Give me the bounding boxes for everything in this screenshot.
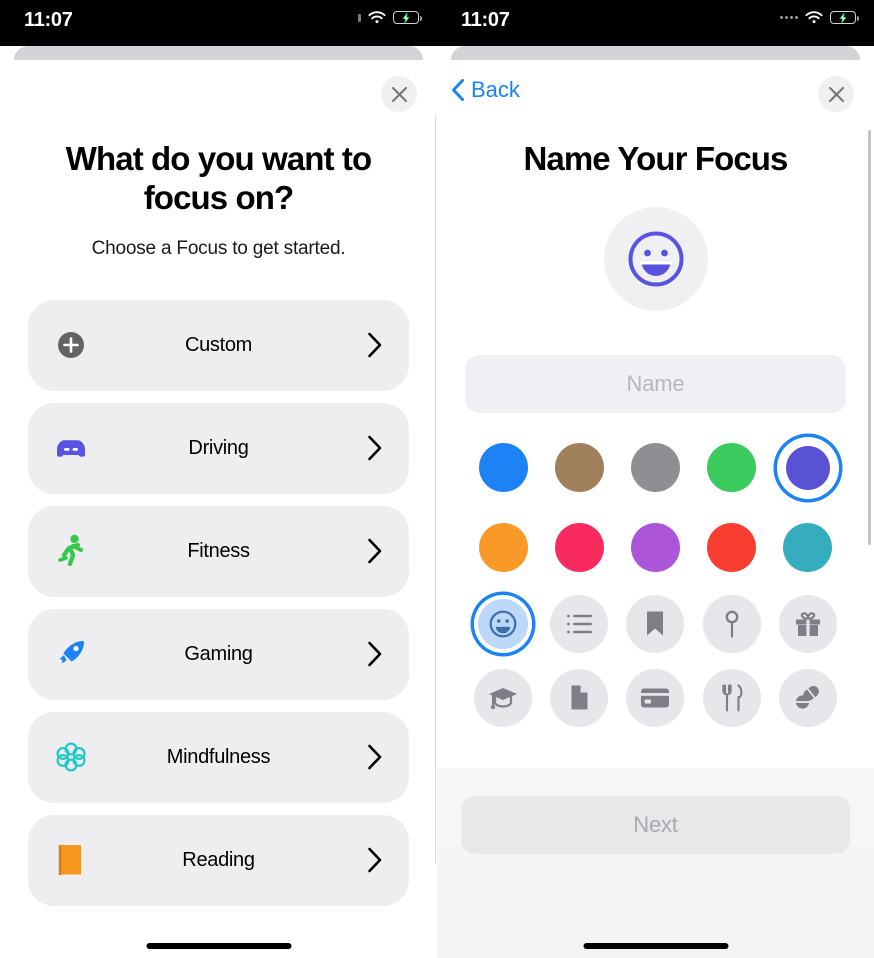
chevron-right-icon: [368, 436, 382, 461]
battery-icon: [393, 11, 422, 24]
chevron-right-icon: [368, 642, 382, 667]
chevron-left-icon: [452, 79, 464, 101]
wifi-icon: [368, 11, 386, 24]
panel-divider: [435, 115, 436, 863]
focus-row-mindfulness[interactable]: Mindfulness: [28, 711, 409, 803]
page-title-right: Name Your Focus: [523, 140, 788, 177]
color-swatch-indigo-selected[interactable]: [777, 437, 839, 499]
pills-icon: [795, 685, 819, 709]
list-icon: [566, 614, 592, 634]
dual-phone-screenshot: What do you want to focus on? Choose a F…: [0, 0, 874, 958]
color-swatch-orange[interactable]: [472, 517, 534, 579]
status-indicators: [780, 11, 859, 24]
close-button-left[interactable]: [381, 76, 417, 112]
icon-picker: [465, 594, 846, 727]
fork-knife-icon: [722, 684, 743, 712]
status-time: 11:07: [461, 9, 510, 31]
rocket-icon: [50, 633, 92, 675]
color-swatch-teal[interactable]: [777, 517, 839, 579]
signal-icon: [780, 16, 798, 19]
right-content: Name Your Focus Name: [437, 140, 874, 727]
right-phone-screen: Back Name Your Focus Name Next 11:07: [437, 0, 874, 958]
icon-option-document[interactable]: [550, 668, 609, 727]
bookmark-icon: [647, 611, 664, 636]
page-subtitle-left: Choose a Focus to get started.: [91, 237, 346, 259]
color-swatch-gray[interactable]: [624, 437, 686, 499]
nav-bar-left: [0, 60, 437, 122]
color-swatch-red[interactable]: [701, 517, 763, 579]
credit-card-icon: [641, 688, 670, 708]
color-picker: [465, 437, 846, 579]
graduation-cap-icon: [489, 687, 518, 710]
focus-row-custom[interactable]: Custom: [28, 299, 409, 391]
bottom-action-bar: Next: [437, 768, 874, 958]
back-button-label: Back: [471, 77, 520, 102]
icon-option-bookmark[interactable]: [626, 594, 685, 653]
close-icon: [828, 86, 844, 102]
smiley-face-icon: [628, 231, 683, 287]
document-icon: [571, 685, 588, 710]
focus-row-driving[interactable]: Driving: [28, 402, 409, 494]
back-button[interactable]: Back: [451, 77, 520, 103]
left-phone-screen: What do you want to focus on? Choose a F…: [0, 0, 437, 958]
car-icon: [50, 427, 92, 469]
status-indicators: [358, 11, 422, 24]
scrollbar-right[interactable]: [868, 130, 871, 545]
running-icon: [50, 530, 92, 572]
smiley-face-icon: [489, 610, 517, 638]
chevron-right-icon: [368, 539, 382, 564]
home-indicator-left: [146, 943, 291, 949]
plus-circle-icon: [50, 324, 92, 366]
focus-list: Custom Driving Fitness Gaming Mindfulnes…: [28, 299, 409, 906]
wifi-icon: [805, 11, 823, 24]
focus-row-reading[interactable]: Reading: [28, 814, 409, 906]
status-time: 11:07: [24, 9, 73, 31]
avatar[interactable]: [603, 206, 708, 311]
color-swatch-pink[interactable]: [548, 517, 610, 579]
focus-row-fitness[interactable]: Fitness: [28, 505, 409, 597]
color-swatch-blue[interactable]: [472, 437, 534, 499]
status-bar-right: 11:07: [437, 0, 874, 46]
icon-option-pin[interactable]: [702, 594, 761, 653]
nav-bar-right: Back: [437, 60, 874, 122]
chevron-right-icon: [368, 745, 382, 770]
color-swatch-purple[interactable]: [624, 517, 686, 579]
icon-option-list[interactable]: [550, 594, 609, 653]
icon-option-pills[interactable]: [778, 668, 837, 727]
page-title-left: What do you want to focus on?: [65, 140, 372, 216]
close-icon: [391, 86, 407, 102]
signal-icon: [358, 13, 361, 22]
icon-option-graduation-cap[interactable]: [474, 668, 533, 727]
book-icon: [50, 839, 92, 881]
focus-row-gaming[interactable]: Gaming: [28, 608, 409, 700]
chevron-right-icon: [368, 848, 382, 873]
chevron-right-icon: [368, 333, 382, 358]
gift-icon: [795, 612, 820, 636]
next-button[interactable]: Next: [461, 796, 850, 854]
battery-icon: [830, 11, 859, 24]
close-button-right[interactable]: [818, 76, 854, 112]
flower-icon: [50, 736, 92, 778]
icon-option-fork-knife[interactable]: [702, 668, 761, 727]
icon-option-smiley-face[interactable]: [474, 594, 533, 653]
home-indicator-right: [583, 943, 728, 949]
color-swatch-green[interactable]: [701, 437, 763, 499]
icon-option-credit-card[interactable]: [626, 668, 685, 727]
color-swatch-brown[interactable]: [548, 437, 610, 499]
icon-option-gift[interactable]: [778, 594, 837, 653]
modal-sheet-left: What do you want to focus on? Choose a F…: [0, 60, 437, 958]
status-bar-left: 11:07: [0, 0, 437, 46]
name-input[interactable]: Name: [465, 354, 846, 413]
left-content: What do you want to focus on? Choose a F…: [0, 140, 437, 906]
pin-icon: [725, 610, 739, 638]
